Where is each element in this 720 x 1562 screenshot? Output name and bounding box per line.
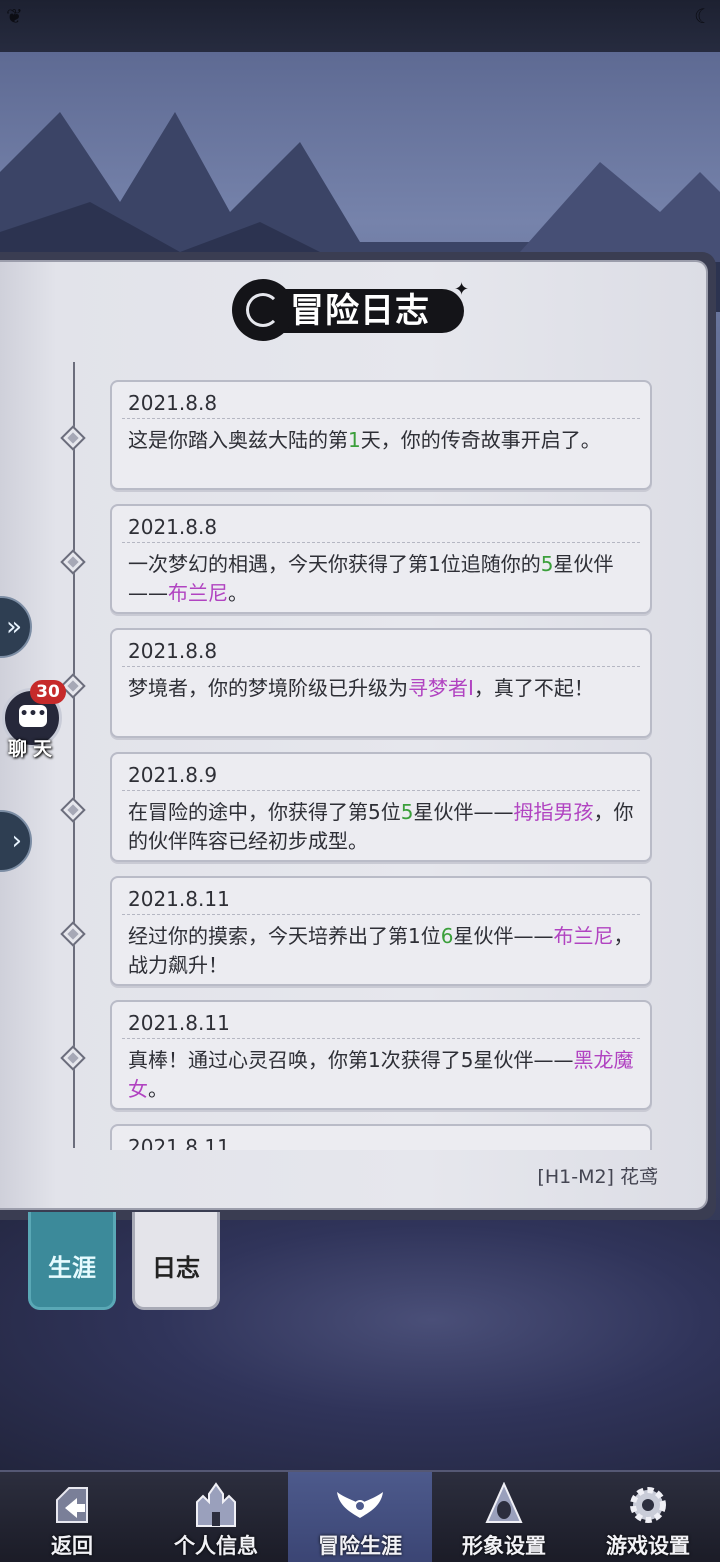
cat-decoration-icon: ☾ bbox=[694, 4, 712, 28]
chat-label: 聊天 bbox=[8, 738, 59, 760]
swirl-icon bbox=[232, 279, 294, 341]
entry-highlight: 5 bbox=[540, 552, 554, 576]
nav-back[interactable]: 返回 bbox=[0, 1472, 144, 1562]
entry-text-segment: 。 bbox=[148, 1077, 168, 1101]
nav-adventure-career-label: 冒险生涯 bbox=[318, 1533, 402, 1558]
entry-highlight: 布兰尼 bbox=[168, 581, 228, 605]
entry-text: 梦境者，你的梦境阶级已升级为寻梦者I，真了不起！ bbox=[128, 674, 640, 703]
entry-text-segment: ，真了不起！ bbox=[473, 676, 594, 700]
log-entries-list[interactable]: 2021.8.8 这是你踏入奥兹大陆的第1天，你的传奇故事开启了。 2021.8… bbox=[110, 378, 656, 1150]
entry-text: 在冒险的途中，你获得了第5位5星伙伴——拇指男孩，你的伙伴阵容已经初步成型。 bbox=[128, 798, 640, 856]
nav-adventure-career[interactable]: 冒险生涯 bbox=[288, 1472, 432, 1562]
bat-icon: ✦ bbox=[454, 279, 470, 300]
entry-text: 真棒！通过心灵召唤，你第1次获得了5星伙伴——黑龙魔女。 bbox=[128, 1046, 640, 1104]
log-entry: 2021.8.8 一次梦幻的相遇，今天你获得了第1位追随你的5星伙伴——布兰尼。 bbox=[110, 504, 652, 614]
branch-decoration-icon: ❦ bbox=[6, 4, 23, 28]
log-entry: 2021.8.8 梦境者，你的梦境阶级已升级为寻梦者I，真了不起！ bbox=[110, 628, 652, 738]
top-bar: ❦ ☾ bbox=[0, 0, 720, 54]
timeline-line bbox=[73, 362, 75, 1148]
entry-text: 经过你的摸索，今天培养出了第1位6星伙伴——布兰尼，战力飙升！ bbox=[128, 922, 640, 980]
log-title-text: 冒险日志 bbox=[290, 291, 430, 331]
back-icon bbox=[56, 1487, 88, 1523]
log-entry: 2021.8.11 bbox=[110, 1124, 652, 1150]
entry-date: 2021.8.11 bbox=[128, 887, 230, 911]
chat-icon: ••• bbox=[19, 705, 47, 727]
entry-date: 2021.8.9 bbox=[128, 763, 218, 787]
nav-game-settings[interactable]: 游戏设置 bbox=[576, 1472, 720, 1562]
nav-profile-label: 个人信息 bbox=[174, 1533, 258, 1558]
entry-text-segment: 真棒！通过心灵召唤，你第1次获得了5星伙伴—— bbox=[128, 1048, 574, 1072]
castle-icon bbox=[196, 1482, 236, 1527]
wings-icon bbox=[337, 1492, 383, 1518]
entry-date: 2021.8.11 bbox=[128, 1135, 230, 1150]
log-entry: 2021.8.11 真棒！通过心灵召唤，你第1次获得了5星伙伴——黑龙魔女。 bbox=[110, 1000, 652, 1110]
entry-date: 2021.8.11 bbox=[128, 1011, 230, 1035]
player-signature: [H1-M2] 花鸢 bbox=[537, 1166, 658, 1188]
nav-appearance[interactable]: 形象设置 bbox=[432, 1472, 576, 1562]
entry-highlight: 5 bbox=[400, 800, 414, 824]
entry-text-segment: 一次梦幻的相遇，今天你获得了第1位追随你的 bbox=[128, 552, 541, 576]
entry-text: 这是你踏入奥兹大陆的第1天，你的传奇故事开启了。 bbox=[128, 426, 640, 455]
hood-icon bbox=[485, 1482, 523, 1523]
entry-text-segment: 天，你的传奇故事开启了。 bbox=[360, 428, 601, 452]
nav-back-label: 返回 bbox=[51, 1533, 93, 1558]
log-entry: 2021.8.8 这是你踏入奥兹大陆的第1天，你的传奇故事开启了。 bbox=[110, 380, 652, 490]
entry-highlight: 布兰尼 bbox=[553, 924, 614, 948]
entry-text-segment: 经过你的摸索，今天培养出了第1位 bbox=[128, 924, 441, 948]
tab-log[interactable]: 日志 bbox=[132, 1212, 220, 1310]
bottom-navigation: 返回 个人信息 冒险生涯 形象设置 游戏设置 bbox=[0, 1470, 720, 1562]
log-entry: 2021.8.11 经过你的摸索，今天培养出了第1位6星伙伴——布兰尼，战力飙升… bbox=[110, 876, 652, 986]
entry-text-segment: 。 bbox=[228, 581, 248, 605]
entry-text-segment: 星伙伴—— bbox=[413, 800, 514, 824]
entry-text: 一次梦幻的相遇，今天你获得了第1位追随你的5星伙伴——布兰尼。 bbox=[128, 550, 640, 608]
chevron-right-icon: › bbox=[11, 826, 22, 856]
entry-date: 2021.8.8 bbox=[128, 639, 218, 663]
entry-highlight: 1 bbox=[348, 428, 361, 452]
entry-text-segment: 星伙伴—— bbox=[453, 924, 554, 948]
entry-text-segment: 这是你踏入奥兹大陆的第 bbox=[128, 428, 348, 452]
entry-date: 2021.8.8 bbox=[128, 515, 218, 539]
entry-highlight: 拇指男孩 bbox=[513, 800, 594, 824]
double-chevron-right-icon: » bbox=[6, 612, 22, 642]
chat-unread-badge: 30 bbox=[30, 680, 66, 704]
nav-profile[interactable]: 个人信息 bbox=[144, 1472, 288, 1562]
gear-icon bbox=[630, 1487, 666, 1523]
entry-highlight: 寻梦者I bbox=[408, 676, 474, 700]
entry-text-segment: 在冒险的途中，你获得了第5位 bbox=[128, 800, 401, 824]
log-entry: 2021.8.9 在冒险的途中，你获得了第5位5星伙伴——拇指男孩，你的伙伴阵容… bbox=[110, 752, 652, 862]
log-title: 冒险日志 ✦ bbox=[232, 275, 482, 345]
nav-game-settings-label: 游戏设置 bbox=[606, 1533, 690, 1558]
entry-date: 2021.8.8 bbox=[128, 391, 218, 415]
nav-appearance-label: 形象设置 bbox=[462, 1533, 546, 1558]
entry-text-segment: 梦境者，你的梦境阶级已升级为 bbox=[128, 676, 408, 700]
entry-highlight: 6 bbox=[440, 924, 454, 948]
tab-career[interactable]: 生涯 bbox=[28, 1212, 116, 1310]
